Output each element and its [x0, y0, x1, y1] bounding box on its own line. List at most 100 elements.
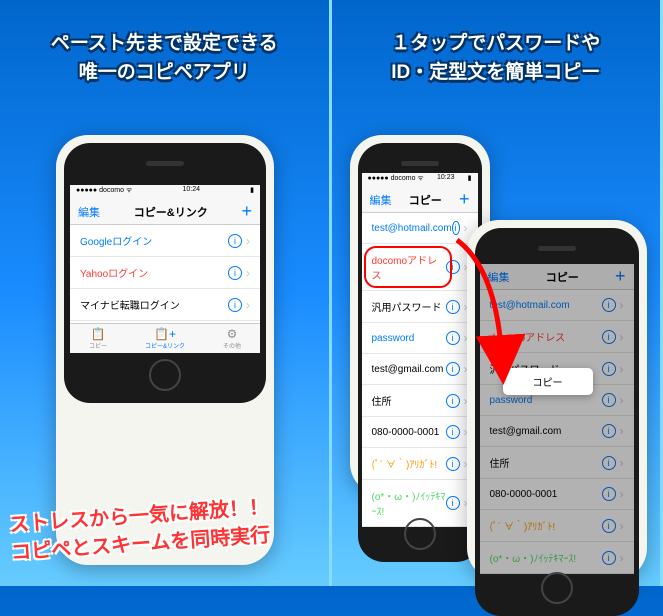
row-label: 住所	[372, 393, 446, 408]
info-icon[interactable]: i	[446, 362, 460, 376]
list-item[interactable]: 汎用パスワードi›	[362, 291, 478, 323]
promo-panel-right: １タップでパスワードや ID・定型文を簡単コピー ●●●●● docomo ᯤ …	[332, 0, 663, 586]
chevron-icon: ›	[246, 234, 250, 248]
row-label: 080-0000-0001	[490, 489, 602, 500]
list-item[interactable]: 080-0000-0001i›	[362, 417, 478, 448]
info-icon[interactable]: i	[602, 330, 616, 344]
info-icon[interactable]: i	[602, 424, 616, 438]
copy-popup[interactable]: コピー	[503, 368, 593, 395]
info-icon[interactable]: i	[446, 331, 460, 345]
list-item[interactable]: test@gmail.comi›	[362, 354, 478, 385]
info-icon[interactable]: i	[446, 300, 460, 314]
headline-right: １タップでパスワードや ID・定型文を簡単コピー	[332, 0, 661, 97]
toolbar-icon: 📋+	[154, 327, 176, 341]
chevron-icon: ›	[620, 298, 624, 312]
chevron-icon: ›	[620, 362, 624, 376]
chevron-icon: ›	[246, 298, 250, 312]
list-item[interactable]: 住所i ›	[480, 447, 634, 479]
edit-button[interactable]: 編集	[78, 204, 100, 220]
edit-button[interactable]: 編集	[370, 192, 392, 208]
toolbar-item[interactable]: 📋+コピー&リンク	[145, 327, 185, 350]
info-icon[interactable]: i	[602, 519, 616, 533]
row-label: password	[372, 333, 446, 344]
edit-button[interactable]: 編集	[488, 269, 510, 285]
info-icon[interactable]: i	[446, 425, 460, 439]
list-item[interactable]: docomoアドレスi›	[362, 244, 478, 291]
toolbar-icon: ⚙	[227, 327, 238, 341]
status-bar: ●●●●● docomo ᯤ 10:24 ▮	[70, 185, 260, 199]
info-icon[interactable]: i	[228, 234, 242, 248]
toolbar-label: コピー	[89, 341, 107, 350]
add-button[interactable]: +	[459, 189, 470, 210]
info-icon[interactable]: i	[602, 362, 616, 376]
chevron-icon: ›	[620, 487, 624, 501]
nav-title: コピー&リンク	[134, 204, 208, 220]
row-label: test@gmail.com	[372, 364, 446, 375]
row-label: docomoアドレス	[490, 329, 602, 344]
info-icon[interactable]: i	[602, 456, 616, 470]
nav-title: コピー	[546, 269, 579, 285]
nav-title: コピー	[409, 192, 442, 208]
info-icon[interactable]: i	[452, 221, 460, 235]
info-icon[interactable]: i	[446, 457, 460, 471]
row-label: test@hotmail.com	[490, 300, 602, 311]
phone-mockup-2b: 編集 コピー + test@hotmail.comi›docomoアドレスi›汎…	[467, 220, 647, 580]
list-item[interactable]: passwordi›	[362, 323, 478, 354]
list-item[interactable]: Yahooログインi ›	[70, 257, 260, 289]
list-2a: test@hotmail.comi›docomoアドレスi›汎用パスワードi›p…	[362, 213, 478, 527]
row-label: test@gmail.com	[490, 426, 602, 437]
toolbar: 📋コピー 📋+コピー&リンク ⚙その他	[70, 323, 260, 353]
chevron-icon: ›	[620, 551, 624, 565]
chevron-icon: ›	[620, 519, 624, 533]
nav-bar: 編集 コピー&リンク +	[70, 199, 260, 225]
add-button[interactable]: +	[615, 266, 626, 287]
info-icon[interactable]: i	[602, 393, 616, 407]
row-label: password	[490, 395, 602, 406]
row-label: docomoアドレス	[372, 252, 446, 282]
list-item[interactable]: (ﾟ´ ∀｀)ｱﾘｶﾞﾄ!i›	[362, 448, 478, 480]
chevron-icon: ›	[464, 221, 468, 235]
headline-left: ペースト先まで設定できる 唯一のコピペアプリ	[0, 0, 329, 97]
row-label: (ﾟ´ ∀｀)ｱﾘｶﾞﾄ!	[490, 518, 602, 533]
row-label: Yahooログイン	[80, 265, 228, 280]
chevron-icon: ›	[620, 330, 624, 344]
toolbar-label: コピー&リンク	[145, 341, 185, 350]
list-item[interactable]: test@gmail.comi›	[480, 416, 634, 447]
info-icon[interactable]: i	[228, 298, 242, 312]
toolbar-icon: 📋	[91, 327, 106, 341]
list-item[interactable]: マイナビ転職ログインi ›	[70, 289, 260, 321]
list-item[interactable]: 080-0000-0001i ›	[480, 479, 634, 510]
toolbar-item[interactable]: 📋コピー	[89, 327, 107, 350]
list-item[interactable]: (ﾟ´ ∀｀)ｱﾘｶﾞﾄ!i ›	[480, 510, 634, 542]
status-bar: ●●●●● docomo ᯤ 10:23 ▮	[362, 173, 478, 187]
list-item[interactable]: Googleログインi›	[70, 225, 260, 257]
list-item[interactable]: test@hotmail.comi ›	[480, 290, 634, 321]
info-icon[interactable]: i	[446, 394, 460, 408]
info-icon[interactable]: i	[228, 266, 242, 280]
info-icon[interactable]: i	[602, 551, 616, 565]
chevron-icon: ›	[620, 393, 624, 407]
row-label: 住所	[490, 455, 602, 470]
add-button[interactable]: +	[241, 201, 252, 222]
row-label: マイナビ転職ログイン	[80, 297, 228, 312]
row-label: (o*・ω・)ﾉｲｯﾃｷﾏｰｽ!	[372, 488, 446, 518]
promo-panel-left: ペースト先まで設定できる 唯一のコピペアプリ ●●●●● docomo ᯤ 10…	[0, 0, 332, 586]
toolbar-item[interactable]: ⚙その他	[223, 327, 241, 350]
info-icon[interactable]: i	[446, 260, 460, 274]
info-icon[interactable]: i	[602, 487, 616, 501]
list-item[interactable]: (o*・ω・)ﾉｲｯﾃｷﾏｰｽ!i›	[362, 480, 478, 527]
row-label: 汎用パスワード	[372, 299, 446, 314]
info-icon[interactable]: i	[602, 298, 616, 312]
toolbar-label: その他	[223, 341, 241, 350]
list-item[interactable]: 住所i›	[362, 385, 478, 417]
list-2b: test@hotmail.comi›docomoアドレスi›汎用パスワードi›p…	[480, 290, 634, 574]
list-item[interactable]: (o*・ω・)ﾉｲｯﾃｷﾏｰｽ!i›	[480, 542, 634, 574]
info-icon[interactable]: i	[446, 496, 460, 510]
row-label: (ﾟ´ ∀｀)ｱﾘｶﾞﾄ!	[372, 456, 446, 471]
chevron-icon: ›	[620, 456, 624, 470]
list-item[interactable]: docomoアドレスi ›	[480, 321, 634, 353]
list-item[interactable]: test@hotmail.comi›	[362, 213, 478, 244]
nav-bar: 編集 コピー +	[480, 264, 634, 290]
row-label: 080-0000-0001	[372, 427, 446, 438]
chevron-icon: ›	[246, 266, 250, 280]
